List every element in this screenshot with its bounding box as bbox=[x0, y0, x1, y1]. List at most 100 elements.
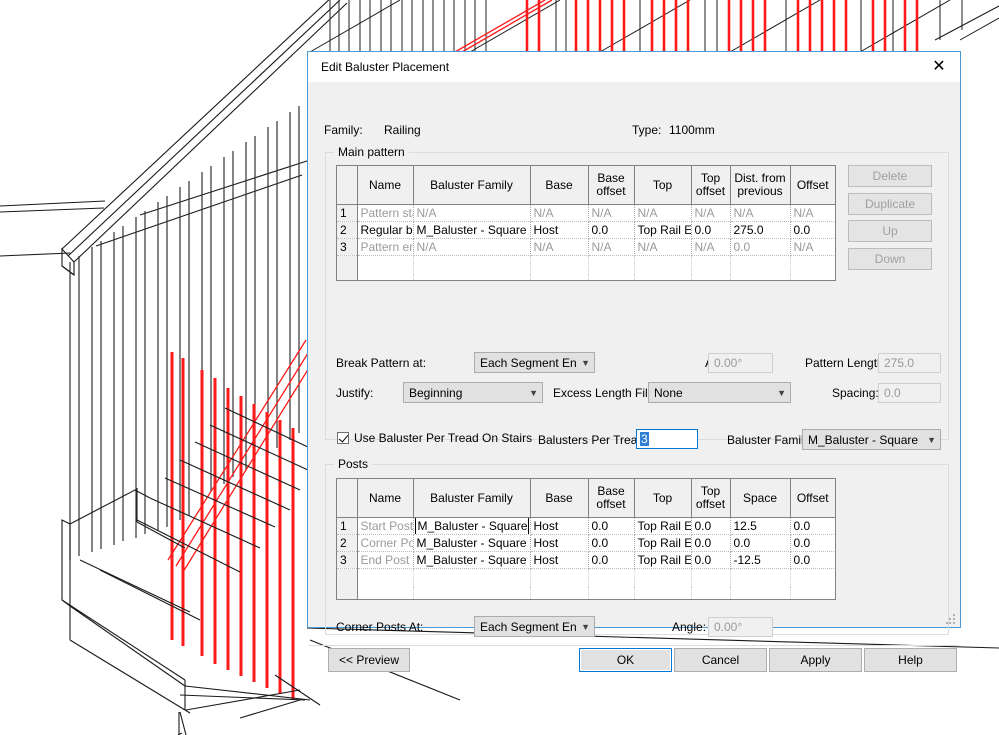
cell-empty[interactable] bbox=[588, 255, 635, 274]
cell-top-offset[interactable]: 0.0 bbox=[691, 221, 731, 239]
apply-button[interactable]: Apply bbox=[769, 648, 862, 672]
cell-empty[interactable] bbox=[730, 255, 791, 274]
cell-baluster-family[interactable]: N/A bbox=[413, 238, 531, 256]
cell-space[interactable]: -12.5 bbox=[730, 551, 791, 569]
col-name[interactable]: Name bbox=[357, 479, 414, 518]
cell-baluster-family[interactable]: M_Baluster - Square : 2 bbox=[413, 534, 531, 552]
cell-empty[interactable] bbox=[413, 274, 531, 280]
cell-top-offset[interactable]: N/A bbox=[691, 238, 731, 256]
up-button[interactable]: Up bbox=[848, 220, 932, 242]
cell-empty[interactable] bbox=[413, 568, 531, 587]
cell-empty[interactable] bbox=[357, 587, 414, 599]
cell-name[interactable]: Corner Pos bbox=[357, 534, 414, 552]
cell-empty[interactable] bbox=[790, 274, 835, 280]
cell-base[interactable]: Host bbox=[530, 551, 589, 569]
cell-offset[interactable]: 0.0 bbox=[790, 221, 835, 239]
excess-length-fill-select[interactable]: None ▼ bbox=[648, 382, 791, 403]
cancel-button[interactable]: Cancel bbox=[674, 648, 767, 672]
col-top[interactable]: Top bbox=[634, 166, 692, 205]
cell-top-offset[interactable]: 0.0 bbox=[691, 551, 731, 569]
col-dist-from-previous[interactable]: Dist. from previous bbox=[730, 166, 791, 205]
cell-dist[interactable]: 0.0 bbox=[730, 238, 791, 256]
cell-base-offset[interactable]: N/A bbox=[588, 238, 635, 256]
resize-grip[interactable] bbox=[946, 614, 956, 624]
table-row[interactable]: 1 Start Post M_Baluster - Square Host 0.… bbox=[337, 517, 835, 535]
help-button[interactable]: Help bbox=[864, 648, 957, 672]
use-baluster-per-tread-checkbox[interactable]: Use Baluster Per Tread On Stairs bbox=[337, 431, 532, 445]
cell-space[interactable]: 0.0 bbox=[730, 534, 791, 552]
cell-empty[interactable] bbox=[530, 568, 589, 587]
cell-empty[interactable] bbox=[634, 568, 692, 587]
col-baluster-family[interactable]: Baluster Family bbox=[413, 166, 531, 205]
table-row[interactable]: 2 Regular bal M_Baluster - Square : 2 Ho… bbox=[337, 221, 835, 239]
cell-dist[interactable]: 275.0 bbox=[730, 221, 791, 239]
col-base-offset[interactable]: Base offset bbox=[588, 479, 635, 518]
posts-grid[interactable]: Name Baluster Family Base Base offset To… bbox=[336, 478, 836, 600]
cell-top[interactable]: N/A bbox=[634, 204, 692, 222]
cell-empty[interactable] bbox=[530, 587, 589, 599]
cell-empty[interactable] bbox=[790, 568, 835, 587]
cell-empty[interactable] bbox=[588, 274, 635, 280]
cell-empty[interactable] bbox=[691, 587, 731, 599]
cell-offset[interactable]: 0.0 bbox=[790, 517, 835, 535]
col-space[interactable]: Space bbox=[730, 479, 791, 518]
cell-empty[interactable] bbox=[530, 274, 589, 280]
cell-baluster-family[interactable]: M_Baluster - Square : 2 bbox=[413, 551, 531, 569]
col-top-offset[interactable]: Top offset bbox=[691, 166, 731, 205]
cell-baluster-family[interactable]: N/A bbox=[413, 204, 531, 222]
ok-button[interactable]: OK bbox=[579, 648, 672, 672]
cell-offset[interactable]: N/A bbox=[790, 204, 835, 222]
cell-empty[interactable] bbox=[790, 255, 835, 274]
cell-space[interactable]: 12.5 bbox=[730, 517, 791, 535]
balusters-per-tread-input[interactable]: 3 bbox=[636, 429, 698, 449]
table-row-empty[interactable] bbox=[337, 274, 835, 280]
close-icon[interactable]: ✕ bbox=[918, 52, 960, 82]
cell-base-offset[interactable]: 0.0 bbox=[588, 551, 635, 569]
cell-empty[interactable] bbox=[530, 255, 589, 274]
cell-empty[interactable] bbox=[730, 274, 791, 280]
cell-empty[interactable] bbox=[588, 568, 635, 587]
cell-empty[interactable] bbox=[730, 568, 791, 587]
cell-name[interactable]: Pattern en bbox=[357, 238, 414, 256]
cell-empty[interactable] bbox=[634, 255, 692, 274]
cell-top[interactable]: Top Rail El bbox=[634, 534, 692, 552]
main-pattern-grid[interactable]: Name Baluster Family Base Base offset To… bbox=[336, 165, 836, 281]
table-row[interactable]: 3 End Post M_Baluster - Square : 2 Host … bbox=[337, 551, 835, 569]
spacing-input[interactable]: 0.0 bbox=[878, 383, 941, 403]
table-row[interactable]: 3 Pattern en N/A N/A N/A N/A N/A 0.0 N/A bbox=[337, 238, 835, 256]
cell-base[interactable]: Host bbox=[530, 534, 589, 552]
cell-base-offset[interactable]: N/A bbox=[588, 204, 635, 222]
cell-top[interactable]: Top Rail El bbox=[634, 221, 692, 239]
cell-empty[interactable] bbox=[691, 274, 731, 280]
cell-offset[interactable]: 0.0 bbox=[790, 551, 835, 569]
cell-base[interactable]: N/A bbox=[530, 238, 589, 256]
cell-name[interactable]: Start Post bbox=[357, 517, 414, 535]
duplicate-button[interactable]: Duplicate bbox=[848, 193, 932, 215]
cell-top[interactable]: Top Rail El bbox=[634, 517, 692, 535]
col-baluster-family[interactable]: Baluster Family bbox=[413, 479, 531, 518]
cell-offset[interactable]: 0.0 bbox=[790, 534, 835, 552]
table-row[interactable]: 1 Pattern star N/A N/A N/A N/A N/A N/A N… bbox=[337, 204, 835, 222]
pattern-length-input[interactable]: 275.0 bbox=[878, 353, 941, 373]
cell-top-offset[interactable]: 0.0 bbox=[691, 517, 731, 535]
cell-top-offset[interactable]: N/A bbox=[691, 204, 731, 222]
col-offset[interactable]: Offset bbox=[790, 166, 835, 205]
cell-name[interactable]: Regular bal bbox=[357, 221, 414, 239]
cell-base-offset[interactable]: 0.0 bbox=[588, 517, 635, 535]
cell-empty[interactable] bbox=[691, 568, 731, 587]
cell-empty[interactable] bbox=[357, 274, 414, 280]
cell-top[interactable]: N/A bbox=[634, 238, 692, 256]
cell-empty[interactable] bbox=[588, 587, 635, 599]
table-row-empty[interactable] bbox=[337, 587, 835, 599]
cell-base[interactable]: Host bbox=[530, 517, 589, 535]
cell-empty[interactable] bbox=[413, 587, 531, 599]
col-offset[interactable]: Offset bbox=[790, 479, 835, 518]
col-base[interactable]: Base bbox=[530, 166, 589, 205]
col-top-offset[interactable]: Top offset bbox=[691, 479, 731, 518]
cell-dist[interactable]: N/A bbox=[730, 204, 791, 222]
cell-top[interactable]: Top Rail El bbox=[634, 551, 692, 569]
cell-base[interactable]: N/A bbox=[530, 204, 589, 222]
justify-select[interactable]: Beginning ▼ bbox=[403, 382, 543, 403]
cell-empty[interactable] bbox=[634, 587, 692, 599]
preview-button[interactable]: << Preview bbox=[328, 648, 410, 672]
